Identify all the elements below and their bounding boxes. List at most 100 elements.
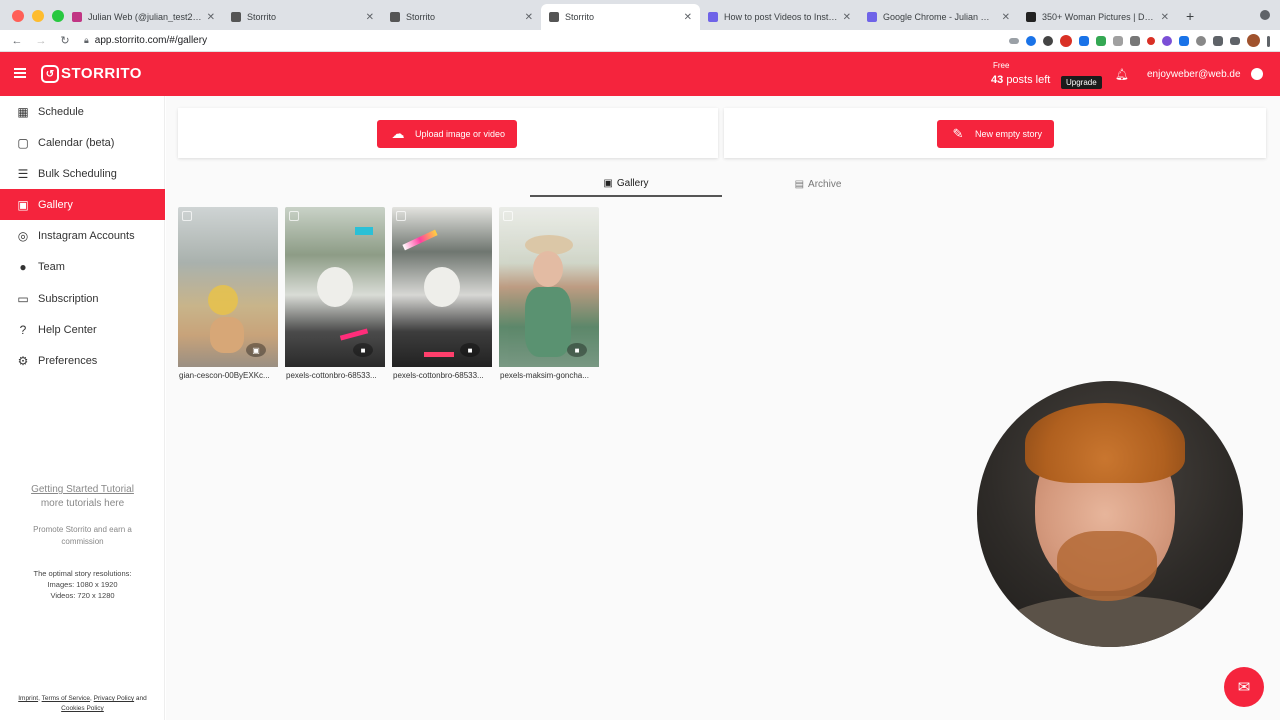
- notifications-bell-icon[interactable]: 🔔︎: [1115, 68, 1129, 81]
- extension-icon[interactable]: [1096, 36, 1106, 46]
- browser-tab[interactable]: Google Chrome - Julian Web (✕: [859, 4, 1018, 30]
- extension-icon[interactable]: [1179, 36, 1189, 46]
- close-tab-icon[interactable]: ✕: [843, 12, 851, 23]
- tab-search-icon[interactable]: [1260, 10, 1270, 20]
- close-window-button[interactable]: [12, 10, 24, 22]
- reload-icon[interactable]: ↻: [58, 34, 72, 47]
- tab-title: Julian Web (@julian_test2020): [88, 12, 203, 22]
- sidebar-item-bulk-scheduling[interactable]: ☰ Bulk Scheduling: [0, 158, 165, 189]
- sidebar-item-label: Subscription: [38, 292, 99, 305]
- puzzle-icon[interactable]: [1213, 36, 1223, 46]
- calendar-outline-icon: ▢: [17, 135, 29, 150]
- sidebar-item-subscription[interactable]: ▭ Subscription: [0, 283, 165, 314]
- extension-icon[interactable]: [1043, 36, 1053, 46]
- legal-links: Imprint, Terms of Service, Privacy Polic…: [0, 694, 165, 714]
- imprint-link[interactable]: Imprint: [18, 695, 38, 702]
- sidebar-item-preferences[interactable]: ⚙ Preferences: [0, 345, 165, 376]
- extension-icon[interactable]: [1113, 36, 1123, 46]
- app-header: ↺ STORRITO Free 43 posts left Upgrade 🔔︎…: [0, 52, 1280, 96]
- sidebar-item-team[interactable]: ● Team: [0, 251, 165, 282]
- legal-separator: ,: [38, 695, 40, 702]
- sidebar-item-label: Help Center: [38, 323, 97, 336]
- extension-icon[interactable]: [1130, 36, 1140, 46]
- chrome-menu-icon[interactable]: [1267, 36, 1270, 47]
- tab-favicon-icon: [390, 12, 400, 22]
- browser-tab[interactable]: Storrito ✕: [223, 4, 382, 30]
- tab-title: Storrito: [247, 12, 277, 22]
- forward-icon[interactable]: →: [34, 35, 48, 47]
- promote-link[interactable]: Promote Storrito and earn a commission: [0, 524, 165, 548]
- user-account-icon[interactable]: [1251, 68, 1263, 80]
- cookies-link[interactable]: Cookies Policy: [61, 705, 104, 712]
- terms-link[interactable]: Terms of Service: [42, 695, 90, 702]
- tab-favicon-icon: [231, 12, 241, 22]
- extension-icon[interactable]: [1079, 36, 1089, 46]
- bookmark-star-icon[interactable]: [1026, 36, 1036, 46]
- sidebar-item-schedule[interactable]: ▦ Schedule: [0, 96, 165, 127]
- tab-label: Archive: [808, 178, 842, 190]
- sidebar-item-help-center[interactable]: ? Help Center: [0, 314, 165, 345]
- privacy-link[interactable]: Privacy Policy: [94, 695, 134, 702]
- minimize-window-button[interactable]: [32, 10, 44, 22]
- select-checkbox[interactable]: [289, 211, 299, 221]
- sidebar-item-gallery[interactable]: ▣ Gallery: [0, 189, 165, 220]
- close-tab-icon[interactable]: ✕: [1002, 12, 1010, 23]
- browser-tabs: Julian Web (@julian_test2020) ✕ Storrito ✕…: [64, 4, 1177, 30]
- tab-favicon-icon: [1026, 12, 1036, 22]
- browser-tab[interactable]: Storrito ✕: [382, 4, 541, 30]
- tab-gallery[interactable]: ▣ Gallery: [530, 171, 722, 197]
- select-checkbox[interactable]: [396, 211, 406, 221]
- cast-icon[interactable]: [1230, 37, 1240, 45]
- app-logo[interactable]: STORRITO: [61, 65, 142, 82]
- user-email[interactable]: enjoyweber@web.de: [1147, 69, 1241, 80]
- tab-favicon-icon: [549, 12, 559, 22]
- posts-suffix: posts left: [1006, 74, 1051, 86]
- chat-icon[interactable]: ✉: [1224, 667, 1264, 707]
- browser-tab[interactable]: 350+ Woman Pictures | Downl ✕: [1018, 4, 1177, 30]
- menu-icon[interactable]: [14, 68, 26, 78]
- select-checkbox[interactable]: [503, 211, 513, 221]
- help-icon: ?: [19, 322, 27, 337]
- lock-icon[interactable]: 🔒︎: [84, 35, 89, 46]
- browser-tab[interactable]: Julian Web (@julian_test2020) ✕: [64, 4, 223, 30]
- new-tab-icon[interactable]: +: [1186, 8, 1194, 24]
- upload-button[interactable]: ☁ Upload image or video: [377, 120, 518, 148]
- close-tab-icon[interactable]: ✕: [1161, 12, 1169, 23]
- extension-icon[interactable]: [1162, 36, 1172, 46]
- close-tab-icon[interactable]: ✕: [525, 12, 533, 23]
- calendar-icon: ▦: [17, 104, 29, 119]
- adblock-icon[interactable]: [1060, 35, 1072, 47]
- browser-tab-active[interactable]: Storrito ✕: [541, 4, 700, 30]
- url-field[interactable]: app.storrito.com/#/gallery: [95, 35, 207, 46]
- gallery-item[interactable]: ▣ gian-cescon-00ByEXKc...: [178, 207, 278, 385]
- select-checkbox[interactable]: [182, 211, 192, 221]
- gallery-item[interactable]: ■ pexels-maksim-goncha...: [499, 207, 599, 385]
- thumbnail-image: [178, 207, 278, 367]
- new-story-button[interactable]: ✎ New empty story: [937, 120, 1055, 148]
- getting-started-link[interactable]: Getting Started Tutorial: [0, 484, 165, 495]
- resolution-videos: Videos: 720 x 1280: [50, 591, 115, 600]
- back-icon[interactable]: ←: [10, 35, 24, 47]
- close-tab-icon[interactable]: ✕: [366, 12, 374, 23]
- close-tab-icon[interactable]: ✕: [684, 12, 692, 23]
- gallery-item[interactable]: ■ pexels-cottonbro-68533...: [392, 207, 492, 385]
- sidebar-item-instagram-accounts[interactable]: ◎ Instagram Accounts: [0, 220, 165, 251]
- sidebar-item-label: Calendar (beta): [38, 136, 115, 149]
- browser-tab[interactable]: How to post Videos to Instagra ✕: [700, 4, 859, 30]
- sidebar-item-label: Gallery: [38, 198, 73, 211]
- close-tab-icon[interactable]: ✕: [207, 12, 215, 23]
- sidebar-item-calendar[interactable]: ▢ Calendar (beta): [0, 127, 165, 158]
- extension-icon[interactable]: [1196, 36, 1206, 46]
- more-tutorials-link[interactable]: more tutorials here: [0, 498, 165, 509]
- profile-avatar[interactable]: [1247, 34, 1260, 47]
- item-caption: pexels-cottonbro-68533...: [286, 371, 377, 380]
- maximize-window-button[interactable]: [52, 10, 64, 22]
- gallery-item[interactable]: ■ pexels-cottonbro-68533...: [285, 207, 385, 385]
- extension-icon[interactable]: [1147, 37, 1155, 45]
- key-icon[interactable]: [1009, 38, 1019, 44]
- upgrade-button[interactable]: Upgrade: [1061, 76, 1102, 89]
- legal-separator: ,: [90, 695, 92, 702]
- storrito-logo-icon: ↺: [41, 65, 59, 83]
- images-icon: ▣: [17, 197, 29, 212]
- tab-archive[interactable]: ▤ Archive: [722, 171, 914, 197]
